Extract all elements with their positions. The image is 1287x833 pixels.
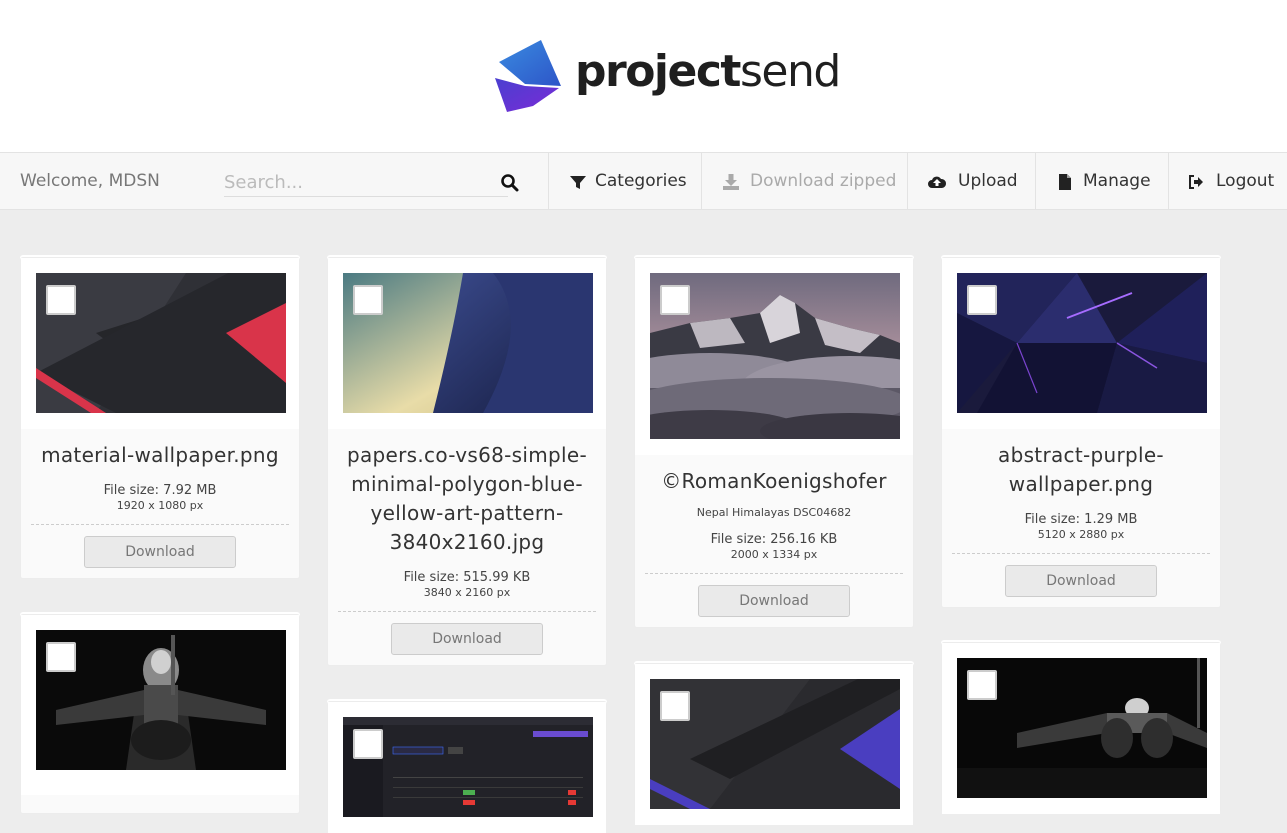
select-checkbox[interactable]: [660, 691, 690, 721]
file-dimensions: 2000 x 1334 px: [730, 548, 818, 561]
divider: [31, 524, 289, 525]
file-card: abstract-purple-wallpaper.png File size:…: [941, 257, 1221, 608]
download-button[interactable]: Download: [391, 623, 543, 655]
nav-logout-label: Logout: [1216, 171, 1275, 191]
file-thumbnail[interactable]: [36, 630, 286, 770]
file-title[interactable]: papers.co-vs68-simple-minimal-polygon-bl…: [338, 429, 596, 557]
file-thumbnail[interactable]: [343, 717, 593, 817]
file-size: File size: 1.29 MB: [1024, 512, 1138, 527]
filter-icon: [570, 176, 586, 189]
select-checkbox[interactable]: [967, 285, 997, 315]
download-button[interactable]: Download: [84, 536, 236, 568]
select-checkbox[interactable]: [967, 670, 997, 700]
file-grid: material-wallpaper.png File size: 7.92 M…: [0, 210, 1287, 833]
select-checkbox[interactable]: [353, 729, 383, 759]
divider: [338, 611, 596, 612]
brand-name: projectsend: [575, 46, 841, 97]
nav-download-zipped[interactable]: Download zipped: [701, 153, 907, 210]
nav-logout[interactable]: Logout: [1168, 153, 1287, 210]
nav-manage-label: Manage: [1083, 171, 1151, 191]
projectsend-logo-icon[interactable]: [495, 38, 561, 112]
nav-upload[interactable]: Upload: [907, 153, 1035, 210]
file-dimensions: 3840 x 2160 px: [423, 586, 511, 599]
download-button[interactable]: Download: [1005, 565, 1157, 597]
divider: [645, 573, 903, 574]
site-header: projectsend: [0, 0, 1287, 152]
file-thumbnail[interactable]: [343, 273, 593, 413]
select-checkbox[interactable]: [660, 285, 690, 315]
nav-download-zipped-label: Download zipped: [750, 171, 897, 191]
select-checkbox[interactable]: [46, 642, 76, 672]
download-button[interactable]: Download: [698, 585, 850, 617]
file-size: File size: 515.99 KB: [403, 570, 531, 585]
file-title[interactable]: material-wallpaper.png: [31, 429, 289, 470]
file-size: File size: 7.92 MB: [103, 483, 217, 498]
file-thumbnail[interactable]: [36, 273, 286, 413]
top-nav: Welcome, MDSN Categories Download zipped…: [0, 152, 1287, 210]
search-input[interactable]: [224, 167, 484, 197]
nav-manage[interactable]: Manage: [1035, 153, 1168, 210]
welcome-text: Welcome, MDSN: [20, 171, 160, 191]
file-card: papers.co-vs68-simple-minimal-polygon-bl…: [327, 257, 607, 666]
file-dimensions: 5120 x 2880 px: [1037, 528, 1125, 541]
file-card: ©RomanKoenigshofer Nepal Himalayas DSC04…: [634, 257, 914, 628]
sign-out-icon: [1189, 175, 1203, 189]
cloud-upload-icon: [928, 176, 947, 188]
file-thumbnail[interactable]: [957, 273, 1207, 413]
nav-categories[interactable]: Categories: [548, 153, 701, 210]
file-card: [941, 642, 1221, 814]
file-thumbnail[interactable]: [957, 658, 1207, 798]
select-checkbox[interactable]: [46, 285, 76, 315]
download-icon: [723, 174, 739, 190]
file-title[interactable]: abstract-purple-wallpaper.png: [952, 429, 1210, 499]
file-description: Nepal Himalayas DSC04682: [696, 506, 852, 519]
file-card: [634, 663, 914, 825]
file-title[interactable]: ©RomanKoenigshofer: [645, 455, 903, 496]
file-card: material-wallpaper.png File size: 7.92 M…: [20, 257, 300, 579]
search-box: [224, 167, 519, 197]
nav-categories-label: Categories: [595, 171, 687, 191]
nav-upload-label: Upload: [958, 171, 1018, 191]
select-checkbox[interactable]: [353, 285, 383, 315]
file-thumbnail[interactable]: [650, 273, 900, 439]
file-dimensions: 1920 x 1080 px: [116, 499, 204, 512]
file-card: [327, 701, 607, 833]
file-icon: [1059, 174, 1071, 190]
search-icon[interactable]: [500, 173, 520, 193]
divider: [952, 553, 1210, 554]
file-size: File size: 256.16 KB: [710, 532, 838, 547]
file-card: [20, 614, 300, 814]
file-thumbnail[interactable]: [650, 679, 900, 809]
